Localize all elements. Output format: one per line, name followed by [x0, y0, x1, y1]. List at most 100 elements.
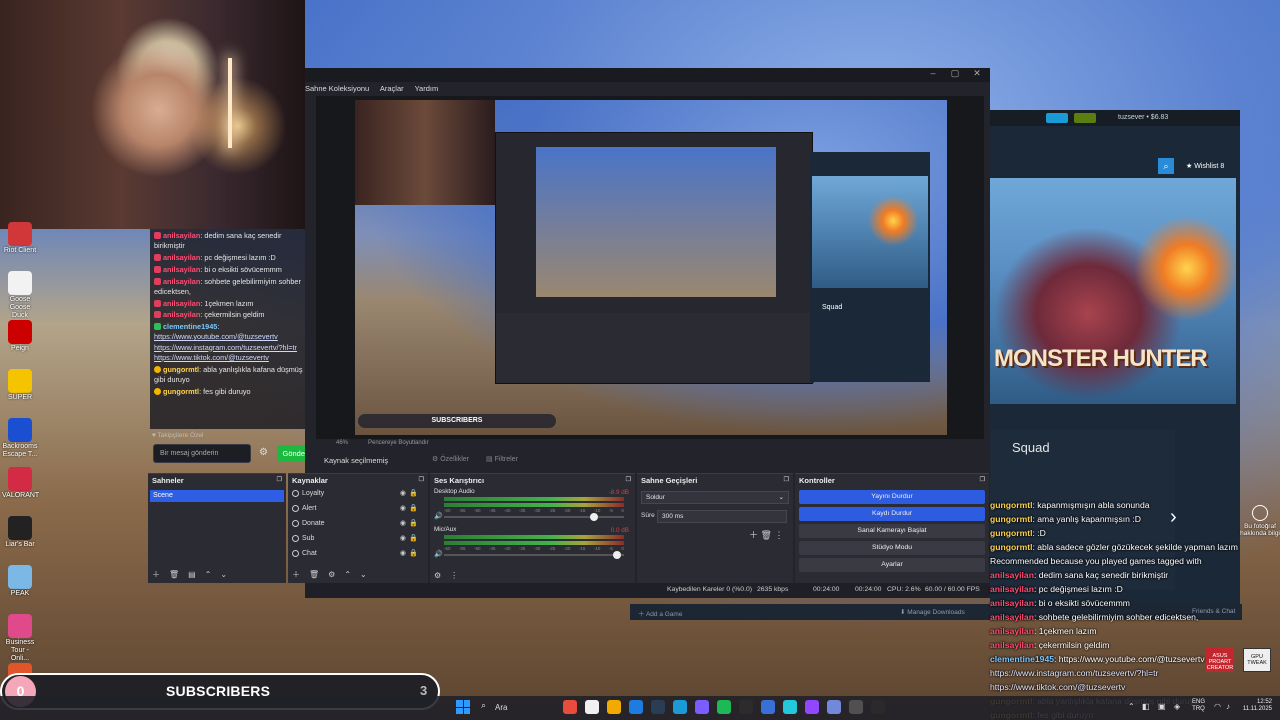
desktop-shortcut[interactable]: PEAK [2, 565, 38, 598]
chat-username[interactable]: anilsayilan [163, 253, 200, 262]
properties-button[interactable]: ⚙ Özellikler [432, 455, 469, 463]
speaker-icon[interactable]: 🔊 [434, 512, 443, 520]
add-game-button[interactable]: ＋ Add a Game [638, 608, 682, 618]
desktop-shortcut[interactable]: Business Tour - Onli... [2, 614, 38, 663]
taskbar-app-icon[interactable] [673, 700, 687, 714]
chat-link[interactable]: https://www.youtube.com/@tuzsevertv [154, 332, 314, 342]
lock-icon[interactable]: 🔒 [409, 549, 418, 557]
taskbar-search[interactable]: Ara [495, 703, 507, 712]
chat-username[interactable]: anilsayilan [163, 310, 200, 319]
chat-settings-gear-icon[interactable]: ⚙ [259, 447, 268, 458]
stop-recording-button[interactable]: Kaydı Durdur [799, 507, 985, 521]
wishlist-button[interactable]: ★ Wishlist 8 [1186, 162, 1224, 170]
chat-username[interactable]: anilsayilan [990, 584, 1034, 594]
taskbar-app-icon[interactable] [585, 700, 599, 714]
lock-icon[interactable]: 🔒 [409, 504, 418, 512]
move-up-icon[interactable]: ⌃ [205, 570, 212, 579]
chat-username[interactable]: anilsayilan [990, 626, 1034, 636]
taskbar-app-icon[interactable] [607, 700, 621, 714]
source-item[interactable]: Alert ◉ 🔒 [288, 502, 428, 517]
remove-transition-icon[interactable]: 🗑 [761, 530, 772, 540]
volume-slider[interactable] [444, 513, 624, 521]
taskbar-app-icon[interactable] [651, 700, 665, 714]
transition-menu-icon[interactable]: ⋮ [774, 530, 783, 540]
remove-scene-icon[interactable]: 🗑 [169, 570, 179, 579]
dock-undock-icon[interactable]: ❐ [784, 476, 789, 483]
visibility-eye-icon[interactable]: ◉ [400, 519, 406, 527]
taskbar-app-icon[interactable] [783, 700, 797, 714]
desktop-shortcut[interactable]: Riot Client [2, 222, 38, 255]
taskbar-app-icon[interactable] [761, 700, 775, 714]
desktop-shortcut[interactable]: Backrooms Escape T... [2, 418, 38, 459]
chat-username[interactable]: anilsayilan [990, 570, 1034, 580]
studio-mode-button[interactable]: Stüdyo Modu [799, 541, 985, 555]
taskbar-app-icon[interactable] [717, 700, 731, 714]
taskbar-app-icon[interactable] [695, 700, 709, 714]
close-icon[interactable]: ✕ [967, 68, 987, 79]
maximize-icon[interactable]: ▢ [945, 68, 965, 79]
duration-input[interactable]: 300 ms [657, 510, 787, 523]
chat-username[interactable]: gungormtl [990, 528, 1032, 538]
chat-username[interactable]: gungormtl [990, 500, 1032, 510]
chat-username[interactable]: anilsayilan [163, 277, 200, 286]
taskbar-app-icon[interactable] [629, 700, 643, 714]
taskbar-app-icon[interactable] [871, 700, 885, 714]
source-item[interactable]: Loyalty ◉ 🔒 [288, 487, 428, 502]
menu-tools[interactable]: Araçlar [380, 84, 404, 93]
preview-zoom[interactable]: 46% [336, 440, 348, 446]
lock-icon[interactable]: 🔒 [409, 489, 418, 497]
add-source-icon[interactable]: ＋ [292, 570, 300, 579]
remove-source-icon[interactable]: 🗑 [309, 570, 319, 579]
desktop-shortcut[interactable]: Liar's Bar [2, 516, 38, 549]
add-scene-icon[interactable]: ＋ [152, 570, 160, 579]
chat-link[interactable]: https://www.instagram.com/tuzsevertv/?hl… [154, 343, 314, 353]
desktop-shortcut[interactable]: Peign [2, 320, 38, 353]
move-down-icon[interactable]: ⌄ [220, 570, 227, 579]
menu-help[interactable]: Yardım [415, 84, 439, 93]
volume-slider[interactable] [444, 551, 624, 559]
tray-app-icon[interactable]: ◧ [1142, 702, 1150, 711]
chat-link[interactable]: https://www.tiktok.com/@tuzsevertv [154, 353, 314, 363]
photo-info-shortcut[interactable]: Bu fotoğraf hakkında bilgi [1240, 505, 1280, 537]
input-language[interactable]: ENG TRQ [1192, 699, 1205, 713]
visibility-eye-icon[interactable]: ◉ [400, 534, 406, 542]
windows-start-icon[interactable] [456, 700, 470, 714]
add-transition-icon[interactable]: ＋ [749, 530, 758, 540]
desktop-shortcut[interactable]: SUPER [2, 369, 38, 402]
chat-username[interactable]: clementine1945 [163, 322, 217, 331]
volume-slider-knob[interactable] [612, 551, 621, 559]
transition-type-select[interactable]: Soldur ⌄ [641, 491, 789, 504]
visibility-eye-icon[interactable]: ◉ [400, 549, 406, 557]
source-item[interactable]: Donate ◉ 🔒 [288, 517, 428, 532]
lock-icon[interactable]: 🔒 [409, 519, 418, 527]
chat-username[interactable]: gungormtl [990, 514, 1032, 524]
asus-proart-shortcut[interactable]: ASUS PROART CREATOR [1206, 648, 1234, 672]
steam-announce-icon[interactable] [1046, 113, 1068, 123]
minimize-icon[interactable]: – [923, 68, 943, 78]
taskbar-app-icon[interactable] [805, 700, 819, 714]
chat-username[interactable]: anilsayilan [163, 265, 200, 274]
taskbar-app-icon[interactable] [827, 700, 841, 714]
chat-username[interactable]: gungormtl [163, 387, 199, 396]
obs-preview-canvas[interactable]: Squad [355, 100, 947, 435]
chat-username[interactable]: anilsayilan [990, 640, 1034, 650]
wifi-icon[interactable]: ◠ [1214, 702, 1221, 711]
filters-button[interactable]: ▤ Filtreler [486, 455, 518, 463]
tray-app-icon[interactable]: ▣ [1158, 702, 1166, 711]
search-icon[interactable]: ⌕ [1158, 158, 1174, 174]
gpu-tweak-shortcut[interactable]: GPU TWEAK [1243, 648, 1271, 672]
search-icon[interactable]: ⌕ [481, 700, 486, 711]
speaker-icon[interactable]: 🔊 [434, 550, 443, 558]
dock-undock-icon[interactable]: ❐ [626, 476, 631, 483]
move-down-icon[interactable]: ⌄ [360, 570, 367, 579]
source-item[interactable]: Chat ◉ 🔒 [288, 547, 428, 562]
chat-message-input[interactable]: Bir mesaj gönderin [153, 444, 251, 463]
taskbar-app-icon[interactable] [563, 700, 577, 714]
taskbar-app-icon[interactable] [849, 700, 863, 714]
chat-username[interactable]: anilsayilan [163, 299, 200, 308]
menu-scene-collection[interactable]: Sahne Koleksiyonu [305, 84, 369, 93]
desktop-shortcut[interactable]: Goose Goose Duck [2, 271, 38, 320]
source-item[interactable]: Sub ◉ 🔒 [288, 532, 428, 547]
volume-icon[interactable]: ♪ [1226, 702, 1230, 711]
scene-filters-icon[interactable]: ▤ [188, 570, 196, 579]
